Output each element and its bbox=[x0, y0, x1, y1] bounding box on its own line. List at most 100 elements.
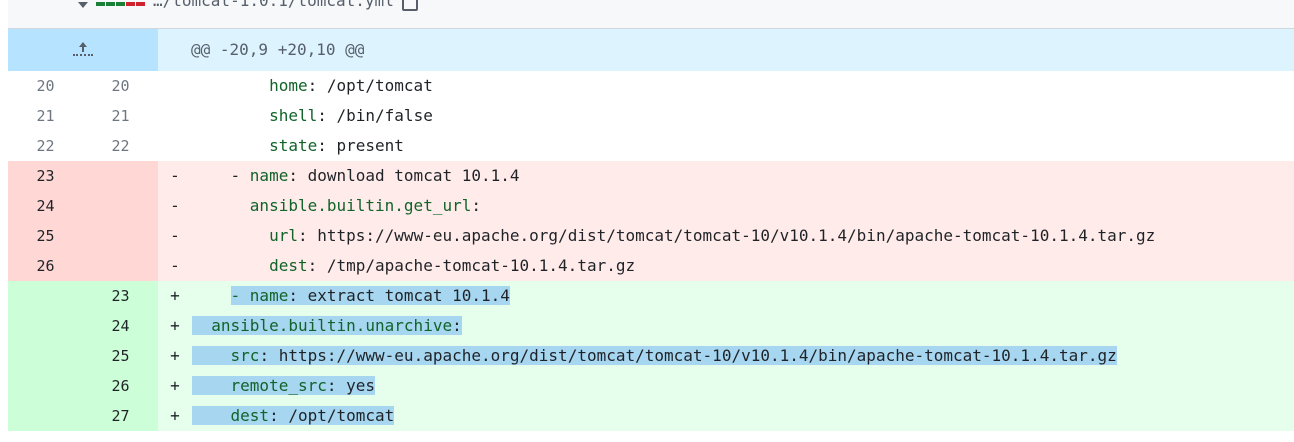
yaml-value: yes bbox=[346, 376, 376, 395]
code-text: dest: /tmp/apache-tomcat-10.1.4.tar.gz bbox=[269, 256, 635, 275]
yaml-key: - name bbox=[230, 286, 289, 305]
diff-line-ctx: 22 22 state: present bbox=[8, 131, 1294, 161]
yaml-separator: : bbox=[317, 136, 337, 155]
yaml-value: https://www-eu.apache.org/dist/tomcat/to… bbox=[278, 346, 1117, 365]
old-line-number[interactable]: 25 bbox=[8, 221, 83, 251]
code-text: url: https://www-eu.apache.org/dist/tomc… bbox=[269, 226, 1155, 245]
yaml-value: https://www-eu.apache.org/dist/tomcat/to… bbox=[317, 226, 1156, 245]
yaml-separator: : bbox=[288, 166, 308, 185]
code-text: remote_src: yes bbox=[192, 376, 376, 395]
code-text: src: https://www-eu.apache.org/dist/tomc… bbox=[192, 346, 1117, 365]
yaml-separator: : bbox=[452, 316, 462, 335]
line-number-gutter: 26 bbox=[8, 251, 158, 281]
new-line-number[interactable] bbox=[83, 221, 158, 251]
expand-up-button[interactable] bbox=[8, 29, 158, 71]
code-text: state: present bbox=[269, 136, 404, 155]
old-line-number[interactable] bbox=[8, 401, 83, 431]
code-text: ansible.builtin.unarchive: bbox=[192, 316, 462, 335]
old-line-number[interactable]: 21 bbox=[8, 101, 83, 131]
code-line: - url: https://www-eu.apache.org/dist/to… bbox=[158, 221, 1294, 251]
chevron-down-icon[interactable] bbox=[78, 2, 88, 8]
diff-table: @@ -20,9 +20,10 @@ 20 20 home: /opt/tomca… bbox=[8, 29, 1294, 431]
yaml-separator: : bbox=[317, 106, 337, 125]
file-path[interactable]: …/tomcat-1.0.1/tomcat.yml bbox=[153, 0, 394, 10]
code-line: + src: https://www-eu.apache.org/dist/to… bbox=[158, 341, 1294, 371]
yaml-value: download tomcat 10.1.4 bbox=[307, 166, 520, 185]
diffstat bbox=[96, 2, 145, 6]
new-line-number[interactable] bbox=[83, 251, 158, 281]
yaml-key: remote_src bbox=[192, 376, 327, 395]
diff-line-del: 23 - - name: download tomcat 10.1.4 bbox=[8, 161, 1294, 191]
yaml-key: ansible.builtin.unarchive bbox=[192, 316, 453, 335]
yaml-value: /bin/false bbox=[336, 106, 433, 125]
new-line-number[interactable]: 27 bbox=[83, 401, 158, 431]
code-line: - - name: download tomcat 10.1.4 bbox=[158, 161, 1294, 191]
code-text: ansible.builtin.get_url: bbox=[250, 196, 481, 215]
yaml-separator: : bbox=[297, 226, 318, 245]
old-line-number[interactable]: 22 bbox=[8, 131, 83, 161]
code-text: name: download tomcat 10.1.4 bbox=[250, 166, 520, 185]
yaml-separator: : bbox=[259, 346, 279, 365]
code-text: shell: /bin/false bbox=[269, 106, 433, 125]
new-line-number[interactable]: 22 bbox=[83, 131, 158, 161]
diff-marker: + bbox=[170, 286, 180, 305]
code-line: + ansible.builtin.unarchive: bbox=[158, 311, 1294, 341]
yaml-key: dest bbox=[269, 256, 308, 275]
new-line-number[interactable]: 24 bbox=[83, 311, 158, 341]
line-number-gutter: 20 20 bbox=[8, 71, 158, 101]
yaml-value: /tmp/apache-tomcat-10.1.4.tar.gz bbox=[326, 256, 636, 275]
yaml-value: present bbox=[336, 136, 404, 155]
hunk-header: @@ -20,9 +20,10 @@ bbox=[8, 29, 1294, 71]
diff-line-add: 26 + remote_src: yes bbox=[8, 371, 1294, 401]
new-line-number[interactable]: 20 bbox=[83, 71, 158, 101]
code-text: dest: /opt/tomcat bbox=[192, 406, 395, 425]
diff-line-del: 26 - dest: /tmp/apache-tomcat-10.1.4.tar.… bbox=[8, 251, 1294, 281]
old-line-number[interactable] bbox=[8, 311, 83, 341]
code-line: home: /opt/tomcat bbox=[158, 71, 1294, 101]
yaml-separator: : bbox=[269, 406, 289, 425]
diff-marker: - bbox=[170, 226, 180, 245]
yaml-separator: : bbox=[326, 376, 347, 395]
diff-line-add: 25 + src: https://www-eu.apache.org/dist/… bbox=[8, 341, 1294, 371]
diff-line-add: 24 + ansible.builtin.unarchive: bbox=[8, 311, 1294, 341]
yaml-separator: : bbox=[307, 76, 327, 95]
yaml-value: /opt/tomcat bbox=[326, 76, 433, 95]
old-line-number[interactable] bbox=[8, 341, 83, 371]
new-line-number[interactable]: 23 bbox=[83, 281, 158, 311]
new-line-number[interactable]: 25 bbox=[83, 341, 158, 371]
diff-marker: + bbox=[170, 316, 180, 335]
diff-marker: - bbox=[170, 196, 180, 215]
yaml-key: shell bbox=[269, 106, 318, 125]
expand-up-icon[interactable] bbox=[73, 41, 93, 59]
yaml-key: home bbox=[269, 76, 308, 95]
yaml-key: dest bbox=[192, 406, 270, 425]
code-line: state: present bbox=[158, 131, 1294, 161]
diff-line-del: 24 - ansible.builtin.get_url: bbox=[8, 191, 1294, 221]
diff-line-ctx: 21 21 shell: /bin/false bbox=[8, 101, 1294, 131]
old-line-number[interactable] bbox=[8, 371, 83, 401]
line-number-gutter: 22 22 bbox=[8, 131, 158, 161]
line-number-gutter: 27 bbox=[8, 401, 158, 431]
file-header: …/tomcat-1.0.1/tomcat.yml bbox=[8, 0, 1294, 29]
old-line-number[interactable]: 20 bbox=[8, 71, 83, 101]
line-number-gutter: 24 bbox=[8, 311, 158, 341]
old-line-number[interactable]: 26 bbox=[8, 251, 83, 281]
diff-marker: - bbox=[170, 256, 180, 275]
new-line-number[interactable]: 26 bbox=[83, 371, 158, 401]
old-line-number[interactable] bbox=[8, 281, 83, 311]
new-line-number[interactable] bbox=[83, 161, 158, 191]
new-line-number[interactable]: 21 bbox=[83, 101, 158, 131]
yaml-value: extract tomcat 10.1.4 bbox=[307, 286, 510, 305]
old-line-number[interactable]: 24 bbox=[8, 191, 83, 221]
diff-line-add: 27 + dest: /opt/tomcat bbox=[8, 401, 1294, 431]
indent: - bbox=[192, 166, 250, 185]
old-line-number[interactable]: 23 bbox=[8, 161, 83, 191]
copy-icon[interactable] bbox=[401, 0, 418, 11]
code-line: + remote_src: yes bbox=[158, 371, 1294, 401]
new-line-number[interactable] bbox=[83, 191, 158, 221]
hunk-label: @@ -20,9 +20,10 @@ bbox=[191, 40, 365, 59]
